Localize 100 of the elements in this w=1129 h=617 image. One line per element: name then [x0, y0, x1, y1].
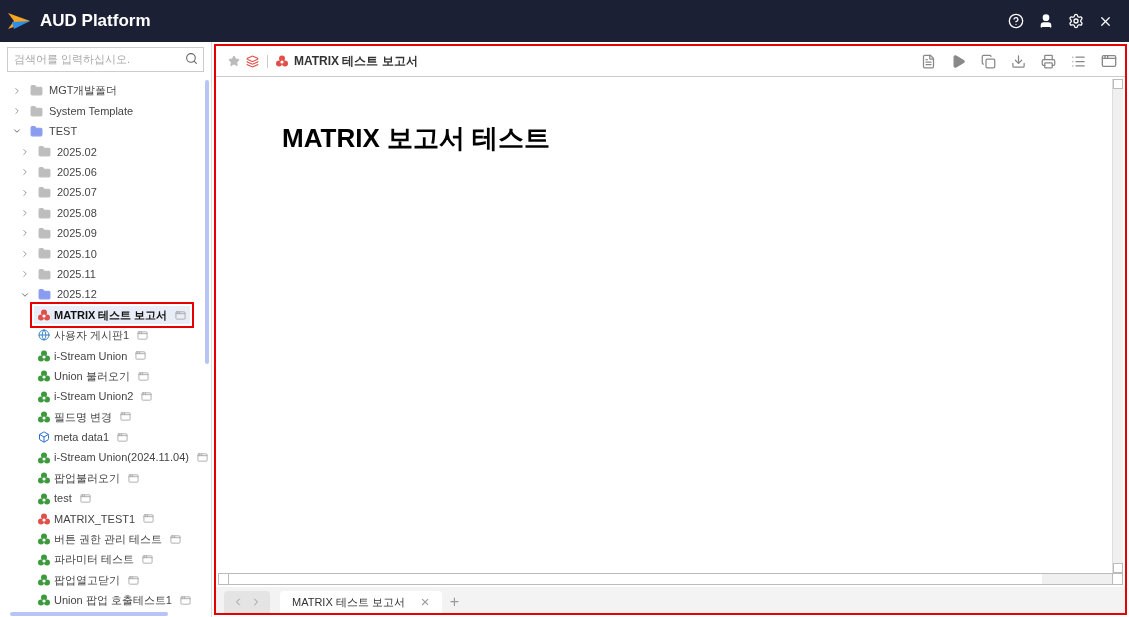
document-icon[interactable]	[921, 53, 936, 69]
folder-icon	[38, 226, 51, 240]
layers-icon[interactable]	[246, 54, 259, 68]
caret-icon[interactable]	[12, 106, 22, 117]
trefoil-icon	[38, 512, 50, 525]
tree-report-item[interactable]: Union 불러오기	[34, 367, 153, 386]
cube-icon	[38, 431, 50, 444]
tree-report-item[interactable]: test	[34, 489, 95, 508]
window-icon[interactable]	[128, 574, 139, 586]
caret-icon[interactable]	[20, 187, 30, 198]
clover-icon	[38, 472, 50, 485]
play-icon[interactable]	[951, 53, 966, 69]
windows-icon[interactable]	[1101, 53, 1117, 69]
folder-icon	[38, 165, 51, 179]
tree-folder-row[interactable]: 2025.07	[0, 182, 211, 203]
folder-icon	[38, 206, 51, 220]
window-icon[interactable]	[79, 493, 91, 504]
window-icon[interactable]	[128, 472, 139, 484]
caret-icon[interactable]	[20, 228, 30, 239]
settings-icon[interactable]	[1068, 13, 1084, 29]
app-title: AUD Platform	[40, 10, 151, 33]
clover-icon	[38, 410, 50, 423]
clover-icon	[38, 492, 50, 505]
caret-icon[interactable]	[20, 248, 30, 259]
report-heading: MATRIX 보고서 테스트	[282, 122, 552, 155]
caret-icon[interactable]	[20, 269, 30, 280]
tree-report-item[interactable]: 버튼 권한 관리 테스트	[34, 530, 186, 549]
tree-report-item[interactable]: 파라미터 테스트	[34, 550, 158, 569]
tab-navigation[interactable]	[224, 591, 270, 613]
clover-icon	[38, 533, 50, 546]
tree-report-item[interactable]: 사용자 게시판1	[34, 326, 153, 345]
list-icon[interactable]	[1071, 53, 1086, 69]
clover-icon	[38, 349, 50, 362]
window-icon[interactable]	[170, 533, 182, 545]
tree-folder-row[interactable]: 2025.10	[0, 243, 211, 264]
window-icon[interactable]	[175, 309, 187, 321]
horizontal-scrollbar[interactable]	[218, 573, 1123, 585]
window-icon[interactable]	[117, 431, 129, 443]
tree-report-item[interactable]: i-Stream Union(2024.11.04)	[34, 448, 211, 467]
tree-folder-row[interactable]: 2025.02	[0, 141, 211, 163]
folder-icon	[30, 104, 43, 118]
tree-folder-row[interactable]: 2025.09	[0, 223, 211, 244]
help-icon[interactable]	[1008, 13, 1024, 29]
tree-folder-row[interactable]: System Template	[0, 100, 211, 122]
tree-report-item[interactable]: MATRIX_TEST1	[34, 509, 159, 528]
tree-report-item[interactable]: i-Stream Union2	[34, 387, 157, 406]
tree-report-item[interactable]: 팝업불러오기	[34, 469, 143, 488]
window-icon[interactable]	[142, 554, 154, 566]
clover-icon	[38, 451, 50, 464]
folder-icon	[30, 124, 43, 138]
search-icon[interactable]	[185, 52, 198, 65]
folder-icon	[38, 288, 51, 302]
report-title: MATRIX 테스트 보고서	[294, 53, 418, 70]
clover-icon	[38, 574, 50, 587]
tree-folder-row[interactable]: 2025.06	[0, 162, 211, 183]
window-icon[interactable]	[180, 594, 191, 606]
caret-icon[interactable]	[20, 208, 30, 219]
tree-folder-row[interactable]: 2025.11	[0, 264, 211, 285]
caret-icon[interactable]	[12, 85, 22, 96]
tree-folder-row[interactable]: 2025.08	[0, 202, 211, 224]
window-icon[interactable]	[137, 370, 149, 382]
clover-icon	[38, 594, 50, 607]
folder-icon	[38, 267, 51, 281]
vertical-scrollbar[interactable]	[205, 80, 209, 364]
window-icon[interactable]	[196, 452, 208, 464]
clover-icon	[38, 390, 50, 403]
window-icon[interactable]	[135, 350, 147, 362]
tree-folder-row[interactable]: TEST	[0, 121, 211, 142]
caret-icon[interactable]	[20, 167, 30, 178]
caret-icon[interactable]	[20, 146, 30, 157]
folder-icon	[38, 186, 51, 200]
tree-report-item[interactable]: meta data1	[34, 428, 133, 447]
tree-folder-row[interactable]: MGT개발폴더	[0, 80, 211, 101]
trefoil-icon	[38, 309, 50, 321]
document-tab[interactable]: MATRIX 테스트 보고서 ×	[280, 591, 442, 613]
tree-report-item[interactable]: 필드명 변경	[34, 407, 136, 426]
search-field[interactable]: 검색어를 입력하십시오.	[7, 46, 204, 72]
clover-icon	[38, 553, 50, 566]
trefoil-icon	[276, 55, 288, 67]
folder-icon	[30, 84, 43, 98]
window-icon[interactable]	[143, 513, 155, 525]
folder-icon	[38, 145, 51, 159]
copy-icon[interactable]	[981, 53, 996, 69]
tree-report-item[interactable]: MATRIX 테스트 보고서	[34, 306, 191, 324]
tree-report-item[interactable]: 팝업열고닫기	[34, 571, 143, 590]
globe-icon	[38, 329, 50, 342]
print-icon[interactable]	[1041, 53, 1056, 69]
star-icon[interactable]	[228, 55, 240, 67]
vertical-scrollbar[interactable]	[1112, 79, 1123, 573]
tree-folder-row[interactable]: 2025.12	[0, 284, 211, 305]
folder-icon	[38, 247, 51, 261]
window-icon[interactable]	[120, 411, 132, 423]
user-icon[interactable]	[1038, 13, 1054, 29]
tree-report-item[interactable]: Union 팝업 호출테스트1	[34, 591, 195, 610]
window-icon[interactable]	[141, 391, 153, 403]
window-icon[interactable]	[137, 329, 149, 341]
tree-report-item[interactable]: i-Stream Union	[34, 346, 151, 365]
download-icon[interactable]	[1011, 53, 1026, 69]
horizontal-scrollbar[interactable]	[10, 612, 168, 616]
clover-icon	[38, 370, 50, 383]
